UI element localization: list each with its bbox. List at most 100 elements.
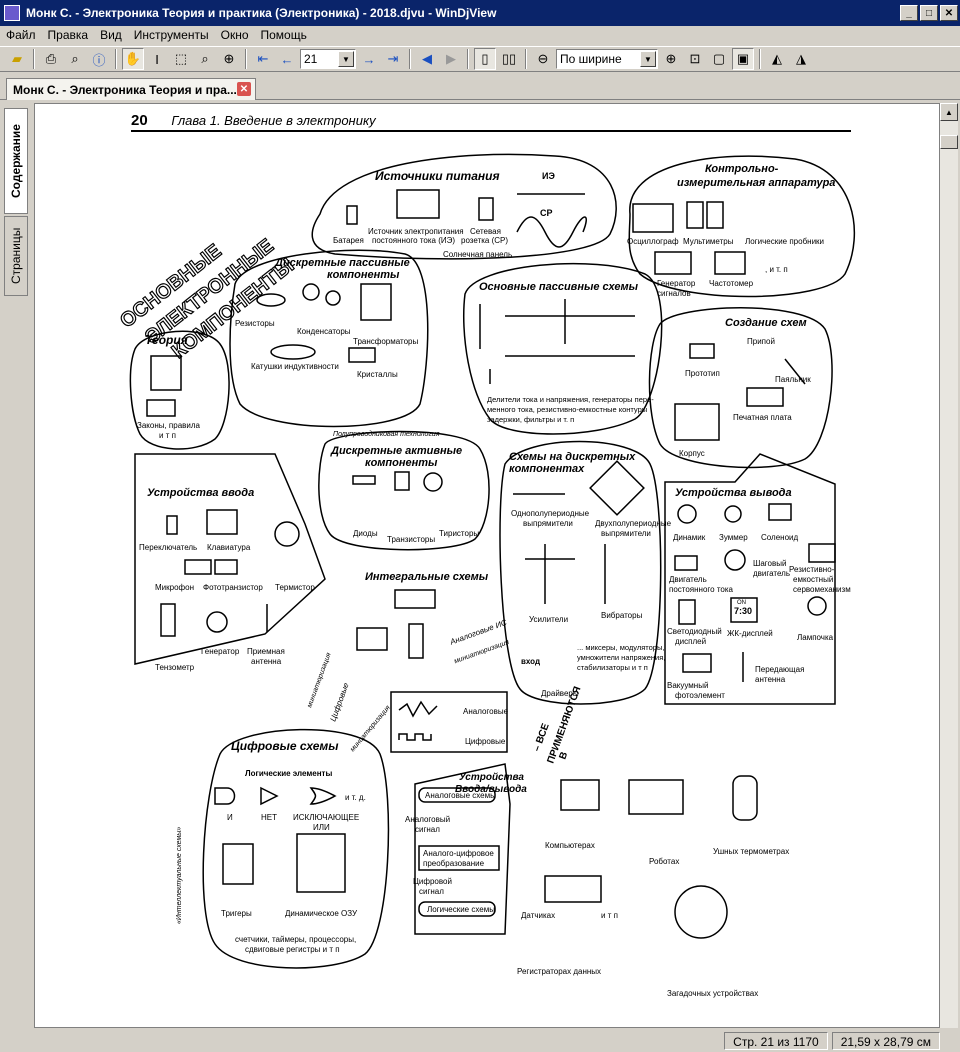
tab-contents[interactable]: Содержание xyxy=(4,108,28,214)
digital-wave xyxy=(398,733,432,741)
chevron-down-icon[interactable]: ▼ xyxy=(640,51,656,67)
document-tab-strip: Монк С. - Электроника Теория и пра... ✕ xyxy=(0,74,960,100)
page-illustration: ОСНОВНЫЕ ЭЛЕКТРОННЫЕ КОМПОНЕНТЫ Источник… xyxy=(116,153,856,998)
label: Тригеры xyxy=(221,909,252,918)
document-viewport[interactable]: 20 Глава 1. Введение в электронику ОСНОВ… xyxy=(34,103,940,1028)
maximize-button[interactable]: □ xyxy=(920,5,938,21)
info-icon[interactable]: ⓘ xyxy=(88,48,110,70)
first-page-icon[interactable]: ⇤ xyxy=(252,48,274,70)
rotate-right-icon[interactable]: ◮ xyxy=(790,48,812,70)
fit-width-icon[interactable]: ▣ xyxy=(732,48,754,70)
keypad-icon xyxy=(206,509,238,535)
label: Паяльник xyxy=(775,375,811,384)
document-tab[interactable]: Монк С. - Электроника Теория и пра... ✕ xyxy=(6,78,256,100)
label: Резисторы xyxy=(235,319,275,328)
minimize-button[interactable]: _ xyxy=(900,5,918,21)
chevron-down-icon[interactable]: ▼ xyxy=(338,51,354,67)
section-title-build: Создание схем xyxy=(725,317,807,329)
tab-pages[interactable]: Страницы xyxy=(4,216,28,296)
speaker-icon xyxy=(677,504,697,524)
label: «Интеллектуальные схемы» xyxy=(176,827,183,924)
scroll-up-icon[interactable]: ▲ xyxy=(940,103,958,121)
frequency-counter-icon xyxy=(714,251,746,275)
label: Печатная плата xyxy=(733,413,792,422)
menu-help[interactable]: Помощь xyxy=(261,28,307,42)
next-page-icon[interactable]: → xyxy=(358,48,380,70)
section-title-power: Источники питания xyxy=(375,169,500,183)
book-icon xyxy=(150,355,182,391)
last-page-icon[interactable]: ⇥ xyxy=(382,48,404,70)
label: Роботах xyxy=(649,857,679,866)
open-folder-icon[interactable]: ▰ xyxy=(6,48,28,70)
label: Логические схемы xyxy=(427,905,495,914)
prev-page-icon[interactable]: ← xyxy=(276,48,298,70)
menu-file[interactable]: Файл xyxy=(6,28,36,42)
capacitor-icon xyxy=(302,283,320,301)
two-pages-icon[interactable]: ▯▯ xyxy=(498,48,520,70)
label: Делители тока и напряжения, генераторы п… xyxy=(487,395,654,404)
label: Микрофон xyxy=(155,583,194,592)
menu-tools[interactable]: Инструменты xyxy=(134,28,209,42)
prototype-icon xyxy=(689,343,715,359)
page-number-select[interactable]: 21 ▼ xyxy=(300,49,356,69)
close-button[interactable]: ✕ xyxy=(940,5,958,21)
menu-window[interactable]: Окно xyxy=(221,28,249,42)
rect-select-icon[interactable]: ⬚ xyxy=(170,48,192,70)
zoom-tool-icon[interactable]: ⌕ xyxy=(194,48,216,70)
label: Частотомер xyxy=(709,279,754,288)
rotate-left-icon[interactable]: ◭ xyxy=(766,48,788,70)
separator xyxy=(525,49,527,69)
back-icon[interactable]: ◀ xyxy=(416,48,438,70)
find-icon[interactable]: ⌕ xyxy=(64,48,86,70)
digital-bubble xyxy=(202,728,390,969)
document-tab-label: Монк С. - Электроника Теория и пра... xyxy=(13,82,237,97)
menu-view[interactable]: Вид xyxy=(100,28,122,42)
label: двигатель xyxy=(753,569,790,578)
fit-page-icon[interactable]: ⊡ xyxy=(684,48,706,70)
thermistor-icon xyxy=(274,521,300,547)
multimeter-icon xyxy=(706,201,724,229)
label: миниатюризация xyxy=(349,704,392,753)
label: Кристаллы xyxy=(357,370,398,379)
label: Логические пробники xyxy=(745,237,824,246)
label: ИЭ xyxy=(542,171,555,181)
crystal-icon xyxy=(348,347,376,363)
label: Термистор xyxy=(275,583,315,592)
label: ... миксеры, модуляторы, xyxy=(577,643,664,652)
print-icon[interactable]: ⎙ xyxy=(40,48,62,70)
page-number-value: 21 xyxy=(304,52,318,66)
label: Трансформаторы xyxy=(353,337,418,346)
scroll-thumb[interactable] xyxy=(940,135,958,149)
zoom-out-icon[interactable]: ⊖ xyxy=(532,48,554,70)
zoom-select[interactable]: По ширине ▼ xyxy=(556,49,658,69)
label: Генератор xyxy=(201,647,240,656)
label: Резистивно- xyxy=(789,565,835,574)
phototransistor-icon xyxy=(214,559,238,575)
outlet-icon xyxy=(478,197,494,221)
forward-icon[interactable]: ▶ xyxy=(440,48,462,70)
label: Тензометр xyxy=(155,663,195,672)
analog-wave xyxy=(398,700,438,718)
actual-size-icon[interactable]: ▢ xyxy=(708,48,730,70)
hand-tool-icon[interactable]: ✋ xyxy=(122,48,144,70)
menu-edit[interactable]: Правка xyxy=(48,28,89,42)
single-page-icon[interactable]: ▯ xyxy=(474,48,496,70)
ic-chip-icon xyxy=(408,623,424,659)
magnifier-icon[interactable]: ⊕ xyxy=(218,48,240,70)
separator xyxy=(409,49,411,69)
label: Генератор xyxy=(657,279,696,288)
battery-icon xyxy=(346,205,358,225)
vertical-scrollbar[interactable]: ▲ xyxy=(940,103,958,1028)
oscilloscope-icon xyxy=(632,203,674,233)
close-icon[interactable]: ✕ xyxy=(237,82,251,96)
window-title: Монк С. - Электроника Теория и практика … xyxy=(26,6,497,20)
buzzer-icon xyxy=(724,505,742,523)
zoom-in-icon[interactable]: ⊕ xyxy=(660,48,682,70)
label: Вибраторы xyxy=(601,611,643,620)
label: сигнал xyxy=(419,887,444,896)
label: Цифровой xyxy=(413,877,452,886)
label: розетка (СР) xyxy=(461,236,508,245)
label: Шаговый xyxy=(753,559,786,568)
text-select-icon[interactable]: I xyxy=(146,48,168,70)
capacitor-icon xyxy=(325,290,341,306)
